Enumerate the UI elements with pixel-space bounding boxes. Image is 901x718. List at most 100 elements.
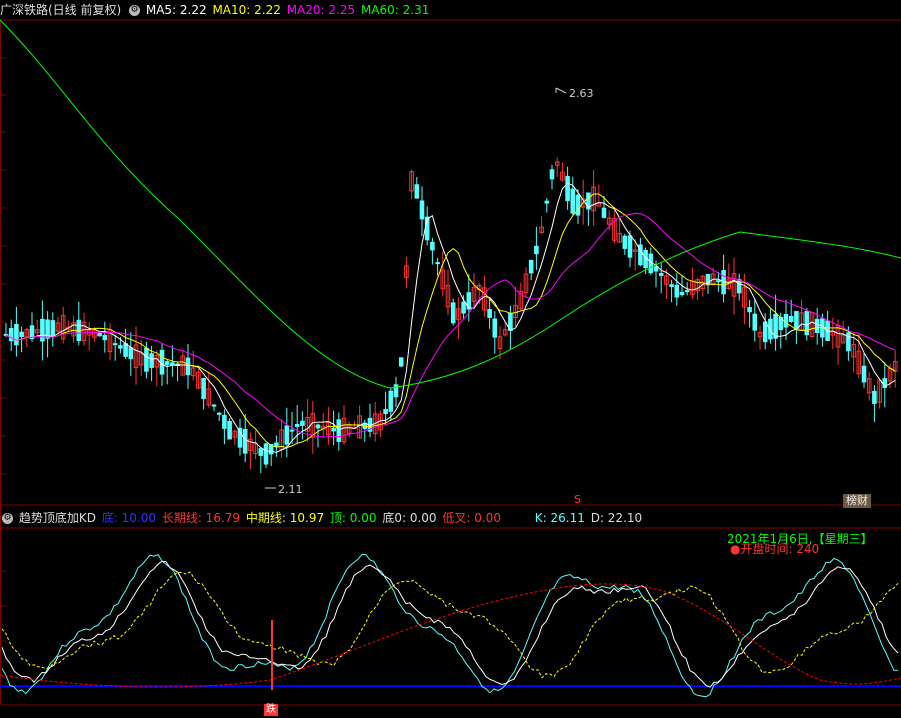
- candle-body: [170, 362, 175, 366]
- candle-body: [242, 428, 248, 454]
- candle-body: [216, 412, 222, 415]
- candle-body: [450, 302, 456, 324]
- mid-line-value: 中期线: 10.97: [245, 511, 325, 525]
- candle-body: [684, 290, 690, 293]
- candle-body: [300, 420, 305, 426]
- candle-body: [674, 284, 680, 298]
- candle-body: [331, 427, 336, 432]
- long-line-value: 长期线: 16.79: [161, 511, 241, 525]
- candle-body: [679, 292, 685, 295]
- candle-body: [872, 390, 877, 404]
- candle-body: [804, 311, 810, 336]
- candle-body: [118, 345, 123, 349]
- candle-body: [570, 188, 576, 214]
- settings-circle-icon[interactable]: ⚙: [2, 513, 13, 524]
- ma20-line: [5, 212, 896, 438]
- candle-body: [622, 235, 628, 249]
- candle-body: [575, 194, 581, 216]
- candle-body: [534, 245, 539, 255]
- candle-body: [294, 423, 300, 427]
- indicator-name[interactable]: 趋势顶底加KD: [19, 511, 96, 525]
- stock-title[interactable]: 广深铁路(日线 前复权): [0, 3, 121, 17]
- candle-body: [50, 320, 56, 337]
- candle-body: [29, 325, 35, 340]
- candle-body: [336, 419, 342, 442]
- candle-body: [284, 425, 290, 445]
- candle-body: [419, 200, 425, 220]
- candle-body: [487, 309, 492, 318]
- candle-body: [315, 424, 321, 429]
- candle-body: [752, 313, 758, 331]
- main-legend: 广深铁路(日线 前复权) ⚙ MA5: 2.22 MA10: 2.22 MA20…: [0, 0, 431, 20]
- candle-body: [398, 357, 404, 367]
- k-line: [1, 553, 899, 698]
- candle-body: [528, 260, 534, 274]
- settings-circle-icon[interactable]: ⚙: [129, 5, 141, 16]
- candle-body: [783, 314, 789, 328]
- candle-body: [388, 390, 394, 412]
- d-value: D: 22.10: [590, 511, 643, 525]
- candle-body: [549, 169, 555, 180]
- candle-body: [164, 361, 170, 365]
- candle-body: [211, 404, 217, 407]
- candle-body: [258, 448, 264, 456]
- candle-body: [669, 284, 674, 287]
- di-value: 底: 10.00: [101, 511, 156, 525]
- candle-body: [762, 321, 768, 343]
- candle-body: [814, 318, 820, 333]
- k-value: K: 26.11: [534, 511, 585, 525]
- ma5-line: [5, 182, 896, 454]
- ma10-value: MA10: 2.22: [212, 3, 281, 17]
- candle-body: [716, 280, 721, 283]
- candle-body: [123, 343, 128, 357]
- ma60-value: MA60: 2.31: [360, 3, 430, 17]
- high-price-label: 2.63: [569, 87, 594, 100]
- open-time-info: ●开盘时间: 240: [730, 542, 820, 556]
- candle-body: [627, 235, 633, 258]
- low-price-label: 2.11: [278, 483, 303, 496]
- candle-body: [144, 347, 149, 372]
- candle-body: [201, 377, 206, 400]
- candle-body: [222, 414, 227, 429]
- candle-body: [19, 331, 24, 337]
- mid-line: [1, 571, 899, 679]
- candle-body: [97, 332, 102, 337]
- candle-body: [14, 324, 19, 346]
- candle-body: [794, 311, 799, 330]
- candle-body: [102, 334, 108, 341]
- ma20-value: MA20: 2.25: [286, 3, 356, 17]
- fall-marker: 跌: [264, 704, 278, 716]
- candle-body: [185, 357, 191, 376]
- candle-body: [544, 200, 550, 204]
- sell-marker: S: [574, 493, 581, 506]
- candle-body: [383, 409, 388, 415]
- di0-value: 底0: 0.00: [382, 511, 437, 525]
- candle-body: [601, 207, 607, 218]
- ma5-value: MA5: 2.22: [145, 3, 207, 17]
- candle-body: [227, 420, 232, 440]
- ma10-line: [5, 193, 896, 449]
- candle-body: [274, 442, 279, 447]
- rank-badge-button[interactable]: 榜财: [843, 494, 871, 508]
- candle-body: [128, 347, 134, 360]
- candle-body: [8, 327, 14, 342]
- candle-body: [788, 315, 794, 322]
- candle-body: [653, 266, 659, 272]
- candle-body: [461, 301, 466, 314]
- candle-body: [40, 318, 45, 342]
- chart-canvas[interactable]: 2.63 2.11: [0, 0, 901, 718]
- low-cross-value: 低叉: 0.00: [442, 511, 501, 525]
- candle-body: [435, 262, 440, 265]
- candle-body: [747, 307, 752, 313]
- d-line: [1, 560, 899, 688]
- candle-body: [112, 343, 118, 346]
- top-value: 顶: 0.00: [329, 511, 377, 525]
- candle-body: [861, 365, 867, 383]
- candle-body: [492, 318, 498, 338]
- candle-body: [289, 429, 295, 432]
- candle-body: [658, 273, 664, 276]
- candle-body: [414, 184, 420, 199]
- candle-body: [430, 241, 435, 251]
- candle-body: [565, 176, 570, 202]
- indicator-legend: ⚙ 趋势顶底加KD 底: 10.00 长期线: 16.79 中期线: 10.97…: [0, 508, 644, 528]
